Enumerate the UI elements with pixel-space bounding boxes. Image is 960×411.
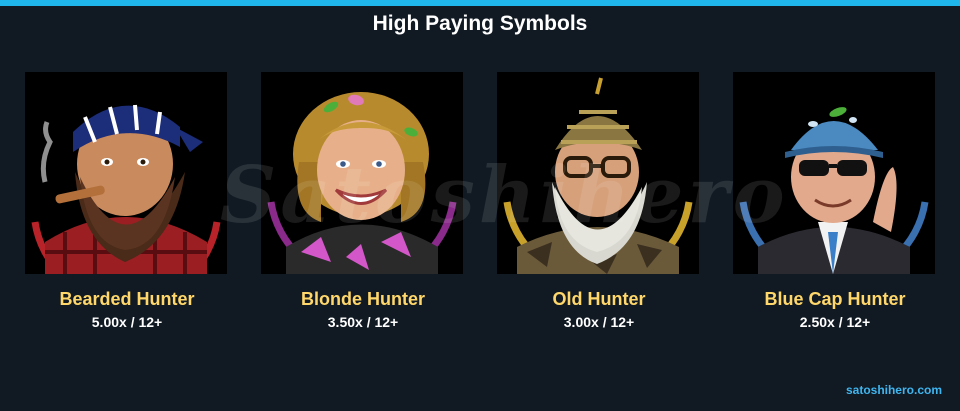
symbol-payout: 3.00x / 12+ <box>563 314 635 330</box>
symbol-payout: 3.50x / 12+ <box>327 314 399 330</box>
symbol-name: Blue Cap Hunter <box>764 289 906 309</box>
bearded-hunter-portrait-icon <box>25 72 227 274</box>
top-accent-bar <box>0 0 960 6</box>
symbol-card-blue-cap-hunter: Blue Cap Hunter 2.50x / 12+ <box>733 72 937 330</box>
symbol-card-old-hunter: Old Hunter 3.00x / 12+ <box>497 72 701 330</box>
site-credit-link[interactable]: satoshihero.com <box>846 383 942 397</box>
page-title: High Paying Symbols <box>372 12 588 35</box>
symbol-payout: 5.00x / 12+ <box>91 314 163 330</box>
symbol-payout: 2.50x / 12+ <box>799 314 871 330</box>
symbol-card-blonde-hunter: Blonde Hunter 3.50x / 12+ <box>261 72 465 330</box>
symbol-name: Old Hunter <box>552 289 646 309</box>
symbol-name: Blonde Hunter <box>301 289 425 309</box>
symbol-card-bearded-hunter: Bearded Hunter 5.00x / 12+ <box>25 72 229 330</box>
blonde-hunter-portrait-icon <box>261 72 463 274</box>
blue-cap-hunter-portrait-icon <box>733 72 935 274</box>
symbol-name: Bearded Hunter <box>59 289 195 309</box>
old-hunter-portrait-icon <box>497 72 699 274</box>
